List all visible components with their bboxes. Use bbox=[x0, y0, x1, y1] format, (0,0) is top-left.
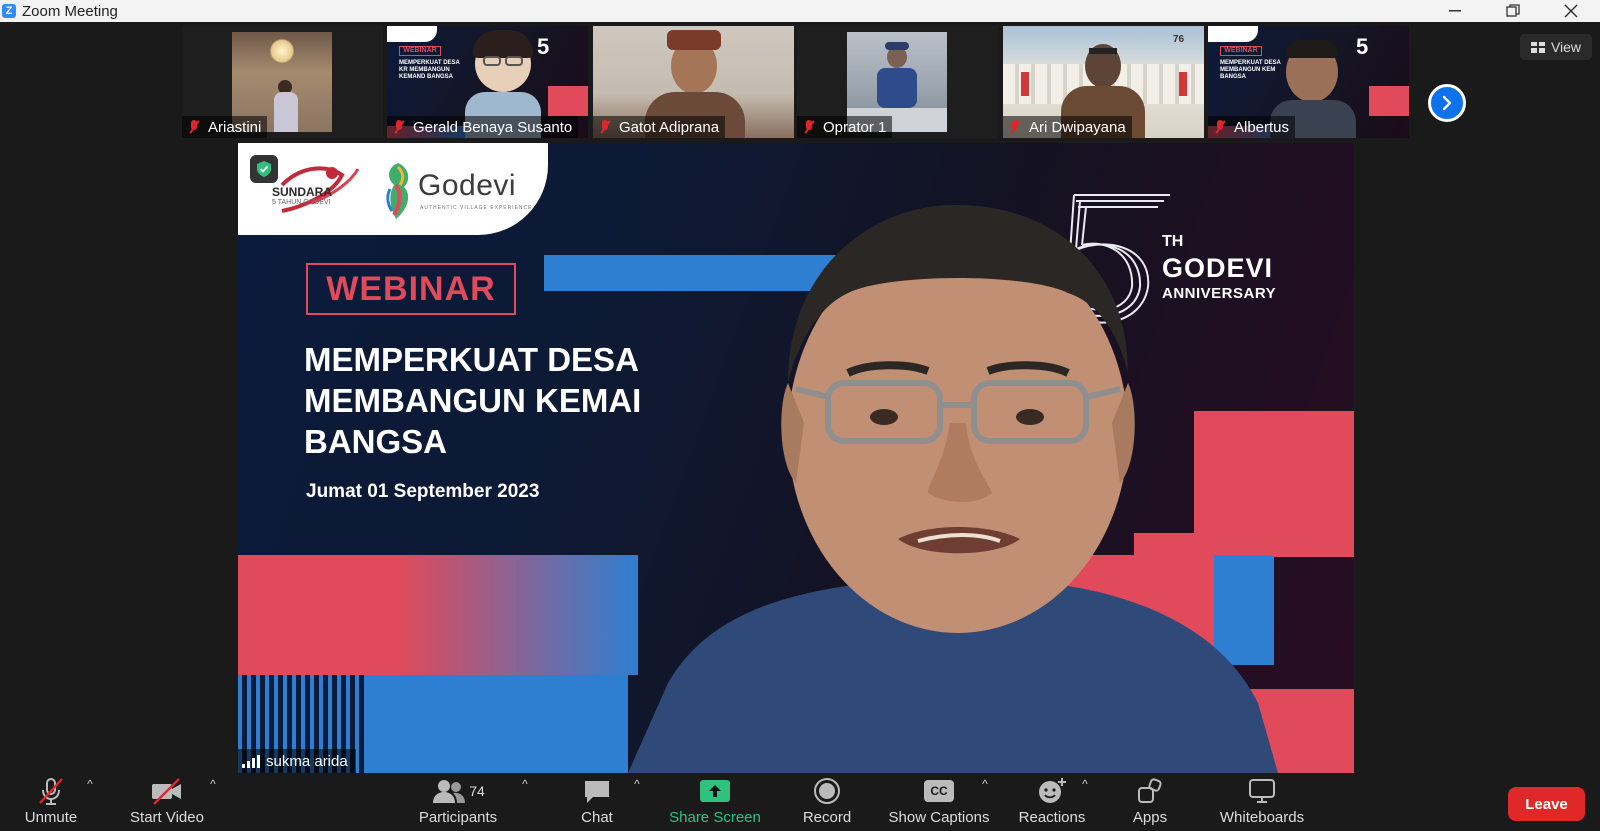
restore-button[interactable] bbox=[1484, 0, 1542, 22]
chat-label: Chat bbox=[581, 809, 613, 826]
apps-button[interactable]: Apps bbox=[1122, 773, 1178, 831]
mic-muted-icon bbox=[801, 119, 817, 135]
close-button[interactable] bbox=[1542, 0, 1600, 22]
view-button[interactable]: View bbox=[1520, 34, 1592, 60]
chevron-right-icon bbox=[1442, 95, 1452, 111]
window-title: Zoom Meeting bbox=[22, 2, 118, 20]
mic-muted-icon bbox=[186, 119, 202, 135]
participants-label: Participants bbox=[418, 809, 498, 826]
participants-button[interactable]: 74 Participants bbox=[410, 773, 506, 831]
video-off-icon bbox=[149, 775, 185, 807]
participant-tile[interactable]: WEBINAR MEMPERKUAT DESA KR MEMBANGUN KEM… bbox=[387, 26, 588, 138]
sundara-logo: SUNDARA 5 TAHUN GODEVI bbox=[272, 155, 362, 225]
record-icon bbox=[812, 775, 842, 807]
share-screen-icon bbox=[699, 775, 731, 807]
participant-nameplate: Oprator 1 bbox=[797, 116, 893, 138]
meeting-area: Ariastini WEBINAR MEMPERKUAT DESA KR MEM… bbox=[0, 22, 1600, 773]
show-captions-button[interactable]: CC Show Captions bbox=[884, 773, 994, 831]
leave-button[interactable]: Leave bbox=[1508, 787, 1585, 821]
zoom-logo-icon: Z bbox=[2, 4, 16, 18]
unmute-button[interactable]: Unmute bbox=[14, 773, 88, 831]
participants-icon: 74 bbox=[431, 775, 485, 807]
slide-title: MEMPERKUAT DESA MEMBANGUN KEMAI BANGSA bbox=[304, 341, 642, 460]
captions-icon-text: CC bbox=[924, 780, 954, 802]
sundara-logo-text: SUNDARA bbox=[272, 185, 332, 199]
participant-tile[interactable]: WEBINAR MEMPERKUAT DESA MEMBANGUN KEM BA… bbox=[1208, 26, 1409, 138]
participants-count: 74 bbox=[469, 783, 485, 799]
active-speaker-name: sukma arida bbox=[266, 752, 348, 770]
captions-icon: CC bbox=[924, 775, 954, 807]
participant-tile[interactable]: Ariastini bbox=[182, 26, 383, 138]
slide-decoration bbox=[238, 555, 638, 675]
start-video-button[interactable]: Start Video bbox=[122, 773, 212, 831]
slide-webinar-badge: WEBINAR bbox=[306, 263, 516, 315]
window-controls bbox=[1426, 0, 1600, 22]
whiteboards-label: Whiteboards bbox=[1219, 809, 1305, 826]
participants-options-caret[interactable]: ^ bbox=[520, 778, 530, 790]
captions-options-caret[interactable]: ^ bbox=[980, 778, 990, 790]
godevi-logo: Godevi AUTHENTIC VILLAGE EXPERIENCE bbox=[378, 159, 538, 223]
participant-nameplate: Ariastini bbox=[182, 116, 268, 138]
start-video-label: Start Video bbox=[130, 809, 204, 826]
view-label: View bbox=[1550, 39, 1582, 55]
next-page-button[interactable] bbox=[1428, 84, 1466, 122]
chat-icon bbox=[582, 775, 612, 807]
participant-name: Gatot Adiprana bbox=[619, 118, 720, 136]
share-screen-button[interactable]: Share Screen bbox=[664, 773, 766, 831]
mic-muted-icon bbox=[597, 119, 613, 135]
gallery-view-icon bbox=[1530, 41, 1545, 53]
participant-nameplate: Gerald Benaya Susanto bbox=[387, 116, 579, 138]
unmute-label: Unmute bbox=[24, 809, 78, 826]
participant-name: Ari Dwipayana bbox=[1029, 118, 1126, 136]
participant-nameplate: Ari Dwipayana bbox=[1003, 116, 1132, 138]
participant-name: Gerald Benaya Susanto bbox=[413, 118, 573, 136]
reactions-button[interactable]: Reactions bbox=[1014, 773, 1090, 831]
minimize-button[interactable] bbox=[1426, 0, 1484, 22]
participant-nameplate: Gatot Adiprana bbox=[593, 116, 726, 138]
active-speaker-video[interactable]: SUNDARA 5 TAHUN GODEVI Godevi AUTHENTIC … bbox=[238, 143, 1354, 773]
participant-nameplate: Albertus bbox=[1208, 116, 1296, 138]
speaker-person bbox=[628, 204, 1278, 773]
participant-tile[interactable]: Oprator 1 bbox=[797, 26, 998, 138]
godevi-logo-text: Godevi bbox=[418, 169, 517, 202]
mic-muted-icon bbox=[1212, 119, 1228, 135]
video-options-caret[interactable]: ^ bbox=[208, 778, 218, 790]
sundara-logo-subtext: 5 TAHUN GODEVI bbox=[272, 199, 331, 206]
slide-badge-text: WEBINAR bbox=[326, 269, 496, 308]
whiteboard-icon bbox=[1247, 775, 1277, 807]
slide-logo-card: SUNDARA 5 TAHUN GODEVI Godevi AUTHENTIC … bbox=[238, 143, 548, 235]
show-captions-label: Show Captions bbox=[888, 809, 990, 826]
share-screen-label: Share Screen bbox=[669, 809, 761, 826]
mic-muted-icon bbox=[391, 119, 407, 135]
apps-label: Apps bbox=[1132, 809, 1168, 826]
audio-options-caret[interactable]: ^ bbox=[85, 778, 95, 790]
signal-strength-icon bbox=[242, 754, 260, 768]
participant-tile[interactable]: Gatot Adiprana bbox=[593, 26, 794, 138]
reactions-options-caret[interactable]: ^ bbox=[1080, 778, 1090, 790]
encryption-shield-icon[interactable] bbox=[250, 155, 278, 183]
window-titlebar: Z Zoom Meeting bbox=[0, 0, 1600, 22]
participant-tile[interactable]: 76 Ari Dwipayana bbox=[1003, 26, 1204, 138]
reactions-label: Reactions bbox=[1018, 809, 1086, 826]
slide-decoration bbox=[368, 675, 628, 773]
slide-date: Jumat 01 September 2023 bbox=[306, 481, 540, 502]
reactions-icon bbox=[1036, 775, 1068, 807]
chat-options-caret[interactable]: ^ bbox=[632, 778, 642, 790]
participant-name: Ariastini bbox=[208, 118, 262, 136]
participant-name: Albertus bbox=[1234, 118, 1290, 136]
record-label: Record bbox=[802, 809, 852, 826]
active-speaker-nameplate: sukma arida bbox=[238, 749, 356, 773]
chat-button[interactable]: Chat bbox=[568, 773, 626, 831]
participant-name: Oprator 1 bbox=[823, 118, 887, 136]
apps-icon bbox=[1135, 775, 1165, 807]
whiteboards-button[interactable]: Whiteboards bbox=[1210, 773, 1314, 831]
record-button[interactable]: Record bbox=[796, 773, 858, 831]
godevi-logo-subtext: AUTHENTIC VILLAGE EXPERIENCE bbox=[420, 205, 533, 211]
meeting-toolbar: Unmute ^ Start Video ^ 74 Participants ^… bbox=[0, 773, 1600, 831]
mic-muted-icon bbox=[1007, 119, 1023, 135]
mic-muted-icon bbox=[36, 775, 66, 807]
